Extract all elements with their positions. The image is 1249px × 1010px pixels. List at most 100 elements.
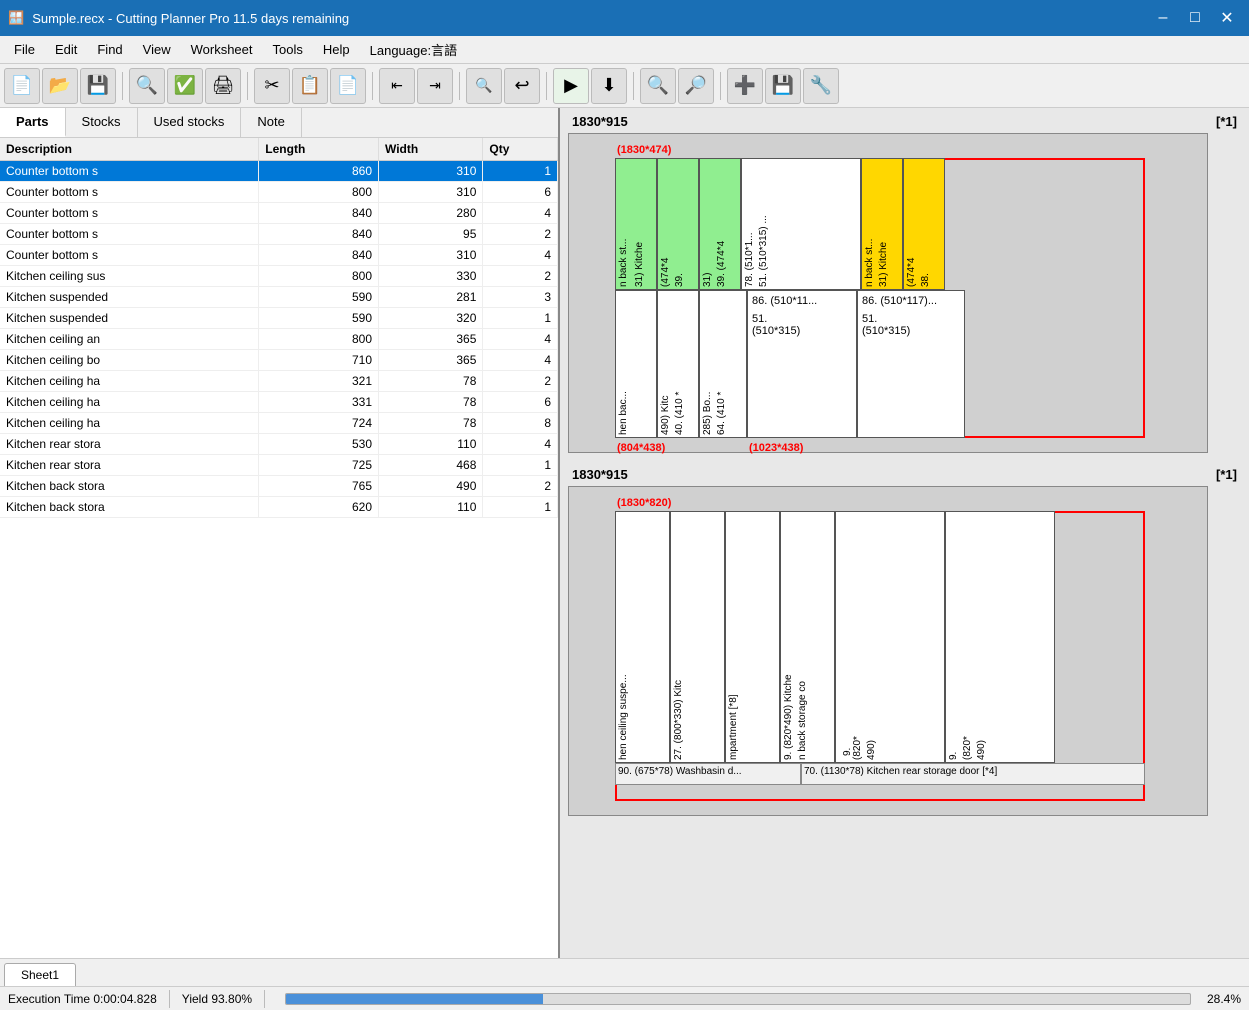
- menu-item-file[interactable]: File: [4, 38, 45, 61]
- save-button[interactable]: 💾: [80, 68, 116, 104]
- table-row[interactable]: Kitchen ceiling bo7103654: [0, 350, 558, 371]
- table-row[interactable]: Kitchen ceiling ha331786: [0, 392, 558, 413]
- print-button[interactable]: 🖨: [205, 68, 241, 104]
- export-button[interactable]: ⬇: [591, 68, 627, 104]
- cell-width: 490: [379, 476, 483, 497]
- menu-item-find[interactable]: Find: [87, 38, 132, 61]
- align-right-button[interactable]: ⇥: [417, 68, 453, 104]
- search-button[interactable]: 🔍: [129, 68, 165, 104]
- window-title: Sumple.recx - Cutting Planner Pro 11.5 d…: [32, 11, 349, 26]
- cell-desc: Counter bottom s: [0, 203, 259, 224]
- table-row[interactable]: Kitchen ceiling an8003654: [0, 329, 558, 350]
- tab-note[interactable]: Note: [241, 108, 301, 137]
- cell-width: 281: [379, 287, 483, 308]
- cell-width: 330: [379, 266, 483, 287]
- menu-item-help[interactable]: Help: [313, 38, 360, 61]
- cell-length: 840: [259, 203, 379, 224]
- status-sep-1: [169, 990, 170, 1008]
- menu-item-view[interactable]: View: [133, 38, 181, 61]
- tab-stocks[interactable]: Stocks: [66, 108, 138, 137]
- paste-button[interactable]: 📄: [330, 68, 366, 104]
- tab-used-stocks[interactable]: Used stocks: [138, 108, 242, 137]
- cell-length: 710: [259, 350, 379, 371]
- table-row[interactable]: Counter bottom s8402804: [0, 203, 558, 224]
- table-row[interactable]: Counter bottom s840952: [0, 224, 558, 245]
- parts-table-container[interactable]: Description Length Width Qty Counter bot…: [0, 138, 558, 958]
- cell-length: 590: [259, 308, 379, 329]
- add-button[interactable]: ➕: [727, 68, 763, 104]
- menu-item-language[interactable]: Language:言語: [360, 36, 467, 63]
- cell-width: 310: [379, 182, 483, 203]
- run-button[interactable]: ▶: [553, 68, 589, 104]
- sheet-tab-1[interactable]: Sheet1: [4, 963, 76, 986]
- cell-length: 800: [259, 329, 379, 350]
- table-row[interactable]: Counter bottom s8403104: [0, 245, 558, 266]
- cell-desc: Kitchen ceiling ha: [0, 371, 259, 392]
- cell-qty: 1: [483, 497, 558, 518]
- cell-qty: 2: [483, 476, 558, 497]
- title-bar: 🪟 Sumple.recx - Cutting Planner Pro 11.5…: [0, 0, 1249, 36]
- right-panel[interactable]: 1830*915 [*1] (1830*474) n back st... 31…: [560, 108, 1249, 958]
- table-row[interactable]: Kitchen back stora7654902: [0, 476, 558, 497]
- close-button[interactable]: ✕: [1213, 4, 1241, 32]
- table-row[interactable]: Kitchen suspended5903201: [0, 308, 558, 329]
- menu-item-worksheet[interactable]: Worksheet: [181, 38, 263, 61]
- zoom-out-button[interactable]: 🔎: [678, 68, 714, 104]
- cell-desc: Kitchen ceiling bo: [0, 350, 259, 371]
- undo-button[interactable]: ↩: [504, 68, 540, 104]
- cell-width: 78: [379, 392, 483, 413]
- cell-width: 110: [379, 497, 483, 518]
- db-save-button[interactable]: 💾: [765, 68, 801, 104]
- toolbar-sep-4: [459, 72, 460, 100]
- align-left-button[interactable]: ⇤: [379, 68, 415, 104]
- cell-qty: 4: [483, 329, 558, 350]
- piece-7: hen bac...: [615, 290, 657, 438]
- cell-length: 620: [259, 497, 379, 518]
- menu-item-edit[interactable]: Edit: [45, 38, 87, 61]
- find-button[interactable]: 🔍: [466, 68, 502, 104]
- table-row[interactable]: Kitchen ceiling ha321782: [0, 371, 558, 392]
- title-left: 🪟 Sumple.recx - Cutting Planner Pro 11.5…: [8, 10, 349, 26]
- left-panel: PartsStocksUsed stocksNote Description L…: [0, 108, 560, 958]
- cell-desc: Counter bottom s: [0, 161, 259, 182]
- open-button[interactable]: 📂: [42, 68, 78, 104]
- table-row[interactable]: Kitchen ceiling sus8003302: [0, 266, 558, 287]
- check-button[interactable]: ✅: [167, 68, 203, 104]
- parts-table: Description Length Width Qty Counter bot…: [0, 138, 558, 518]
- piece-5: n back st... 31) Kitche: [861, 158, 903, 290]
- piece-10: 86. (510*11... 51. (510*315): [747, 290, 857, 438]
- cell-width: 365: [379, 329, 483, 350]
- maximize-button[interactable]: □: [1181, 4, 1209, 32]
- tab-parts[interactable]: Parts: [0, 108, 66, 137]
- new-button[interactable]: 📄: [4, 68, 40, 104]
- table-row[interactable]: Kitchen back stora6201101: [0, 497, 558, 518]
- cell-qty: 4: [483, 350, 558, 371]
- copy-button[interactable]: 📋: [292, 68, 328, 104]
- cell-width: 110: [379, 434, 483, 455]
- cut-button[interactable]: ✂: [254, 68, 290, 104]
- progress-bar-container[interactable]: [285, 993, 1191, 1005]
- cell-length: 800: [259, 182, 379, 203]
- table-row[interactable]: Kitchen ceiling ha724788: [0, 413, 558, 434]
- status-bar: Execution Time 0:00:04.828 Yield 93.80% …: [0, 986, 1249, 1010]
- cell-length: 724: [259, 413, 379, 434]
- col-length: Length: [259, 138, 379, 161]
- execution-time: Execution Time 0:00:04.828: [8, 992, 157, 1006]
- toolbar: 📄 📂 💾 🔍 ✅ 🖨 ✂ 📋 📄 ⇤ ⇥ 🔍 ↩ ▶ ⬇ 🔍 🔎 ➕ 💾 🔧: [0, 64, 1249, 108]
- used-region-label-2: (1830*820): [617, 497, 671, 509]
- minimize-button[interactable]: –: [1149, 4, 1177, 32]
- table-header-row: Description Length Width Qty: [0, 138, 558, 161]
- table-row[interactable]: Counter bottom s8003106: [0, 182, 558, 203]
- menu-item-tools[interactable]: Tools: [263, 38, 313, 61]
- table-row[interactable]: Counter bottom s8603101: [0, 161, 558, 182]
- zoom-in-button[interactable]: 🔍: [640, 68, 676, 104]
- cell-desc: Kitchen ceiling ha: [0, 413, 259, 434]
- piece-11: 86. (510*117)... 51. (510*315): [857, 290, 965, 438]
- table-row[interactable]: Kitchen rear stora7254681: [0, 455, 558, 476]
- settings-button[interactable]: 🔧: [803, 68, 839, 104]
- piece-4: 78. (510*1... 51. (510*315) ...: [741, 158, 861, 290]
- table-row[interactable]: Kitchen rear stora5301104: [0, 434, 558, 455]
- stock-header-2: 1830*915 [*1]: [564, 465, 1245, 484]
- bottom-piece-2: 70. (1130*78) Kitchen rear storage door …: [801, 763, 1145, 785]
- table-row[interactable]: Kitchen suspended5902813: [0, 287, 558, 308]
